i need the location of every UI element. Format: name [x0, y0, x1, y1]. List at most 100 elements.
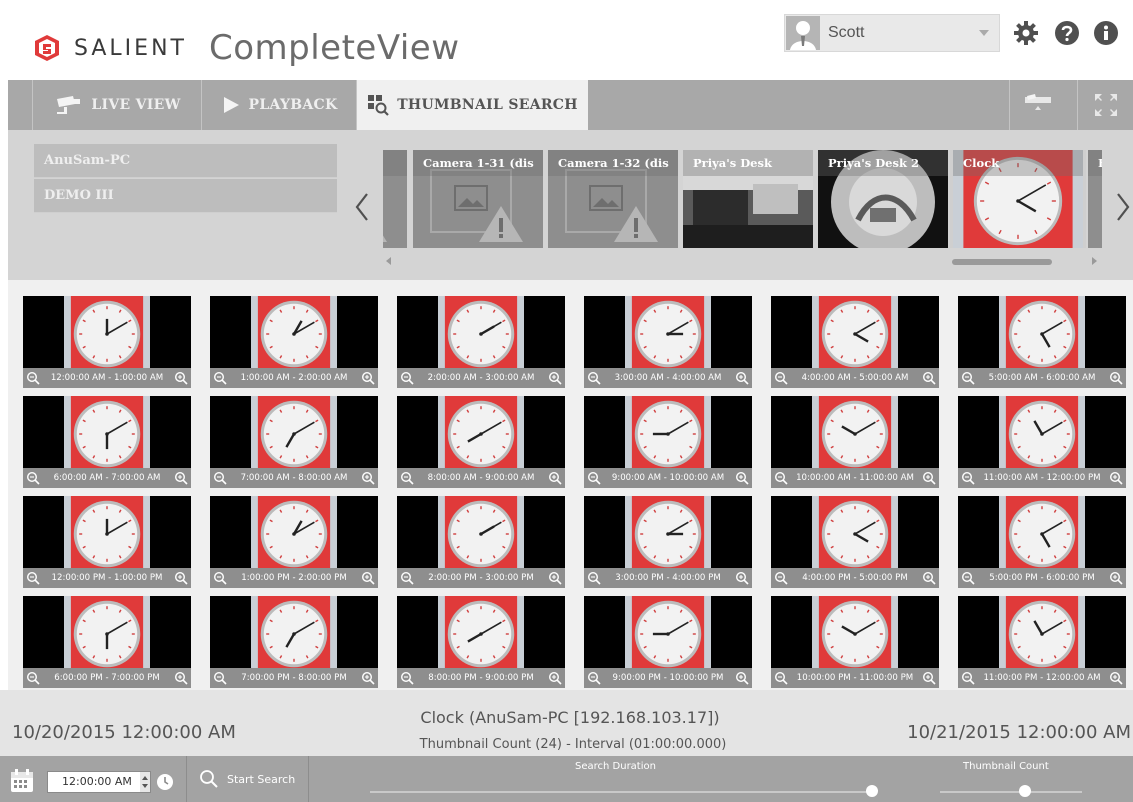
server-item[interactable]: DEMO III	[34, 179, 337, 213]
thumbnail-item[interactable]: 9:00:00 AM - 10:00:00 AM	[584, 396, 752, 488]
zoom-in-icon[interactable]	[735, 671, 749, 685]
zoom-in-icon[interactable]	[1109, 471, 1123, 485]
fullscreen-button[interactable]	[1077, 80, 1133, 130]
thumbnail-item[interactable]: 4:00:00 PM - 5:00:00 PM	[771, 496, 939, 588]
zoom-in-icon[interactable]	[174, 571, 188, 585]
thumbnail-item[interactable]: 10:00:00 PM - 11:00:00 PM	[771, 596, 939, 688]
chevron-left-icon[interactable]	[352, 190, 372, 224]
zoom-in-icon[interactable]	[735, 571, 749, 585]
thumbnail-item[interactable]: 11:00:00 PM - 12:00:00 AM	[958, 596, 1126, 688]
thumbnail-item[interactable]: 5:00:00 PM - 6:00:00 PM	[958, 496, 1126, 588]
zoom-in-icon[interactable]	[174, 671, 188, 685]
camera-tile[interactable]: Priya's Desk	[683, 150, 813, 248]
camera-strip-scrollbar[interactable]	[952, 259, 1052, 265]
thumbnail-item[interactable]: 3:00:00 AM - 4:00:00 AM	[584, 296, 752, 388]
help-icon[interactable]	[1054, 20, 1080, 46]
zoom-in-icon[interactable]	[548, 371, 562, 385]
zoom-out-icon[interactable]	[26, 671, 40, 685]
camera-tile[interactable]: Clock	[950, 150, 1086, 248]
thumbnail-item[interactable]: 11:00:00 AM - 12:00:00 PM	[958, 396, 1126, 488]
zoom-in-icon[interactable]	[548, 571, 562, 585]
zoom-in-icon[interactable]	[548, 671, 562, 685]
tab-playback[interactable]: PLAYBACK	[202, 80, 357, 130]
camera-tile[interactable]: Priya's Desk 2	[818, 150, 948, 248]
tab-live-view[interactable]: LIVE VIEW	[32, 80, 202, 130]
thumbnail-item[interactable]: 3:00:00 PM - 4:00:00 PM	[584, 496, 752, 588]
start-search-button[interactable]: Start Search	[186, 756, 309, 802]
zoom-out-icon[interactable]	[400, 571, 414, 585]
thumbnail-item[interactable]: 2:00:00 AM - 3:00:00 AM	[397, 296, 565, 388]
chevron-right-icon[interactable]	[1113, 190, 1133, 224]
tab-thumbnail-search[interactable]: THUMBNAIL SEARCH	[357, 80, 588, 130]
zoom-in-icon[interactable]	[174, 371, 188, 385]
zoom-out-icon[interactable]	[587, 471, 601, 485]
thumbnail-count-slider[interactable]	[940, 791, 1082, 793]
zoom-out-icon[interactable]	[26, 371, 40, 385]
start-time-input[interactable]: 12:00:00 AM	[47, 771, 151, 793]
zoom-out-icon[interactable]	[774, 471, 788, 485]
scroll-left-icon[interactable]	[385, 256, 393, 266]
thumbnail-item[interactable]: 1:00:00 PM - 2:00:00 PM	[210, 496, 378, 588]
zoom-in-icon[interactable]	[548, 471, 562, 485]
zoom-out-icon[interactable]	[961, 671, 975, 685]
zoom-out-icon[interactable]	[400, 471, 414, 485]
zoom-in-icon[interactable]	[1109, 571, 1123, 585]
zoom-out-icon[interactable]	[400, 671, 414, 685]
thumbnail-item[interactable]: 12:00:00 PM - 1:00:00 PM	[23, 496, 191, 588]
zoom-in-icon[interactable]	[174, 471, 188, 485]
search-duration-slider[interactable]	[370, 791, 872, 793]
camera-tile[interactable]: Camera 1-32 (dis	[548, 150, 678, 248]
zoom-out-icon[interactable]	[961, 571, 975, 585]
thumbnail-item[interactable]: 12:00:00 AM - 1:00:00 AM	[23, 296, 191, 388]
gear-icon[interactable]	[1013, 20, 1039, 46]
zoom-out-icon[interactable]	[961, 371, 975, 385]
thumbnail-item[interactable]: 6:00:00 PM - 7:00:00 PM	[23, 596, 191, 688]
zoom-out-icon[interactable]	[587, 371, 601, 385]
thumbnail-item[interactable]: 6:00:00 AM - 7:00:00 AM	[23, 396, 191, 488]
zoom-in-icon[interactable]	[361, 571, 375, 585]
zoom-out-icon[interactable]	[213, 571, 227, 585]
zoom-out-icon[interactable]	[774, 371, 788, 385]
user-menu[interactable]: Scott	[784, 14, 1000, 52]
thumbnail-item[interactable]: 9:00:00 PM - 10:00:00 PM	[584, 596, 752, 688]
zoom-out-icon[interactable]	[587, 571, 601, 585]
thumbnail-item[interactable]: 2:00:00 PM - 3:00:00 PM	[397, 496, 565, 588]
info-icon[interactable]	[1093, 20, 1119, 46]
zoom-out-icon[interactable]	[213, 371, 227, 385]
thumbnail-item[interactable]: 1:00:00 AM - 2:00:00 AM	[210, 296, 378, 388]
zoom-out-icon[interactable]	[400, 371, 414, 385]
thumbnail-item[interactable]: 5:00:00 AM - 6:00:00 AM	[958, 296, 1126, 388]
calendar-icon[interactable]	[10, 769, 34, 793]
zoom-out-icon[interactable]	[961, 471, 975, 485]
time-stepper[interactable]	[140, 772, 150, 792]
layout-menu-button[interactable]	[1009, 80, 1065, 130]
zoom-in-icon[interactable]	[1109, 671, 1123, 685]
zoom-in-icon[interactable]	[1109, 371, 1123, 385]
thumbnail-item[interactable]: 8:00:00 PM - 9:00:00 PM	[397, 596, 565, 688]
camera-tile[interactable]: Camera 1-31 (dis	[413, 150, 543, 248]
zoom-out-icon[interactable]	[587, 671, 601, 685]
camera-tile[interactable]: E	[1088, 150, 1102, 248]
zoom-in-icon[interactable]	[922, 371, 936, 385]
zoom-out-icon[interactable]	[26, 471, 40, 485]
zoom-in-icon[interactable]	[922, 671, 936, 685]
clock-icon[interactable]	[156, 773, 174, 791]
zoom-out-icon[interactable]	[213, 671, 227, 685]
zoom-in-icon[interactable]	[735, 471, 749, 485]
zoom-out-icon[interactable]	[26, 571, 40, 585]
server-item[interactable]: AnuSam-PC	[34, 144, 337, 178]
zoom-out-icon[interactable]	[774, 571, 788, 585]
zoom-in-icon[interactable]	[735, 371, 749, 385]
zoom-in-icon[interactable]	[361, 471, 375, 485]
thumbnail-item[interactable]: 10:00:00 AM - 11:00:00 AM	[771, 396, 939, 488]
zoom-in-icon[interactable]	[922, 471, 936, 485]
thumbnail-item[interactable]: 7:00:00 AM - 8:00:00 AM	[210, 396, 378, 488]
scroll-right-icon[interactable]	[1090, 256, 1098, 266]
thumbnail-item[interactable]: 7:00:00 PM - 8:00:00 PM	[210, 596, 378, 688]
thumbnail-item[interactable]: 4:00:00 AM - 5:00:00 AM	[771, 296, 939, 388]
search-duration-thumb[interactable]	[866, 785, 878, 797]
thumbnail-item[interactable]: 8:00:00 AM - 9:00:00 AM	[397, 396, 565, 488]
camera-tile[interactable]: dis	[383, 150, 407, 248]
zoom-out-icon[interactable]	[774, 671, 788, 685]
zoom-in-icon[interactable]	[361, 671, 375, 685]
